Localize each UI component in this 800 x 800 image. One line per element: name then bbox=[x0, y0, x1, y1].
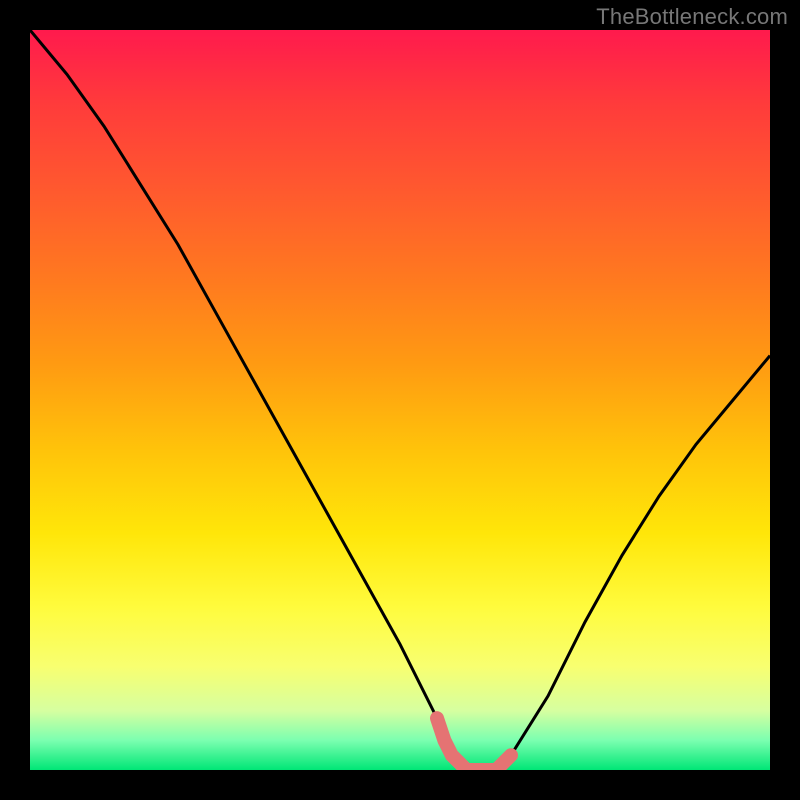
watermark-text: TheBottleneck.com bbox=[596, 4, 788, 30]
curve-path bbox=[30, 30, 770, 770]
bottleneck-curve-svg bbox=[30, 30, 770, 770]
plot-area bbox=[30, 30, 770, 770]
highlight-segment bbox=[437, 718, 511, 770]
chart-frame: TheBottleneck.com bbox=[0, 0, 800, 800]
